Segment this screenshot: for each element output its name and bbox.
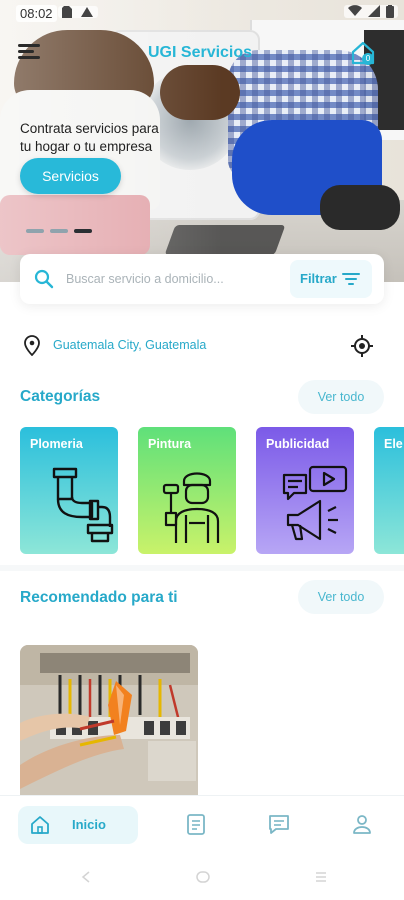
categories-see-all-button[interactable]: Ver todo (298, 380, 384, 414)
app-title: UGI Servicios (148, 44, 253, 61)
categories-carousel[interactable]: Plomeria Pintura Publicidad Ele (20, 427, 404, 555)
carousel-dot-active[interactable] (74, 229, 92, 233)
hero-headline-line2: tu hogar o tu empresa (20, 139, 153, 154)
status-bar: 08:02 (0, 0, 404, 26)
pipe-icon (52, 467, 114, 543)
nav-home-label: Inicio (72, 817, 106, 832)
sim-icon (62, 6, 72, 18)
filter-label: Filtrar (300, 271, 337, 286)
menu-icon[interactable] (18, 44, 40, 60)
location-pin-icon (24, 335, 40, 356)
category-card-pintura[interactable]: Pintura (138, 427, 236, 554)
status-notification-icons (58, 6, 98, 18)
orders-icon[interactable] (184, 812, 208, 836)
carousel-dot[interactable] (26, 229, 44, 233)
services-button[interactable]: Servicios (20, 158, 121, 194)
notification-badge: 0 (362, 53, 374, 65)
search-bar: Filtrar (20, 254, 384, 304)
category-label: Pintura (148, 437, 192, 451)
recommended-title: Recomendado para ti (20, 589, 178, 606)
categories-title: Categorías (20, 388, 101, 405)
back-nav-icon[interactable] (80, 871, 92, 883)
recommended-service-card[interactable] (20, 645, 198, 795)
bottom-navigation: Inicio (0, 795, 404, 853)
battery-icon (386, 5, 394, 18)
search-input[interactable] (66, 268, 256, 290)
section-divider (0, 565, 404, 571)
home-nav-icon[interactable] (196, 871, 210, 883)
home-icon (31, 816, 49, 834)
cloud-icon (81, 7, 93, 17)
search-icon (34, 269, 54, 289)
system-navigation-bar (0, 853, 404, 900)
hero-headline: Contrata servicios para tu hogar o tu em… (20, 120, 159, 156)
recommended-see-all-button[interactable]: Ver todo (298, 580, 384, 614)
status-system-icons (344, 5, 398, 18)
category-label: Ele (384, 437, 403, 451)
category-card-electricidad[interactable]: Ele (374, 427, 404, 554)
location-row[interactable]: Guatemala City, Guatemala (20, 330, 384, 362)
category-label: Plomeria (30, 437, 83, 451)
profile-icon[interactable] (350, 812, 374, 836)
wifi-icon (348, 5, 362, 17)
nav-home-tab[interactable]: Inicio (18, 806, 138, 844)
current-location-icon[interactable] (350, 334, 374, 358)
carousel-dot[interactable] (50, 229, 68, 233)
category-card-publicidad[interactable]: Publicidad (256, 427, 354, 554)
filter-button[interactable]: Filtrar (290, 260, 372, 298)
location-text: Guatemala City, Guatemala (53, 338, 207, 352)
hero-headline-line1: Contrata servicios para (20, 121, 159, 136)
electrician-panel-image (20, 645, 198, 795)
filter-icon (342, 273, 360, 285)
messages-icon[interactable] (267, 812, 291, 836)
megaphone-icon (282, 465, 348, 541)
status-time: 08:02 (16, 5, 57, 22)
painter-icon (162, 472, 220, 543)
carousel-indicator (26, 229, 92, 233)
recents-nav-icon[interactable] (315, 871, 327, 883)
category-label: Publicidad (266, 437, 330, 451)
category-card-plomeria[interactable]: Plomeria (20, 427, 118, 554)
signal-icon (368, 5, 380, 17)
